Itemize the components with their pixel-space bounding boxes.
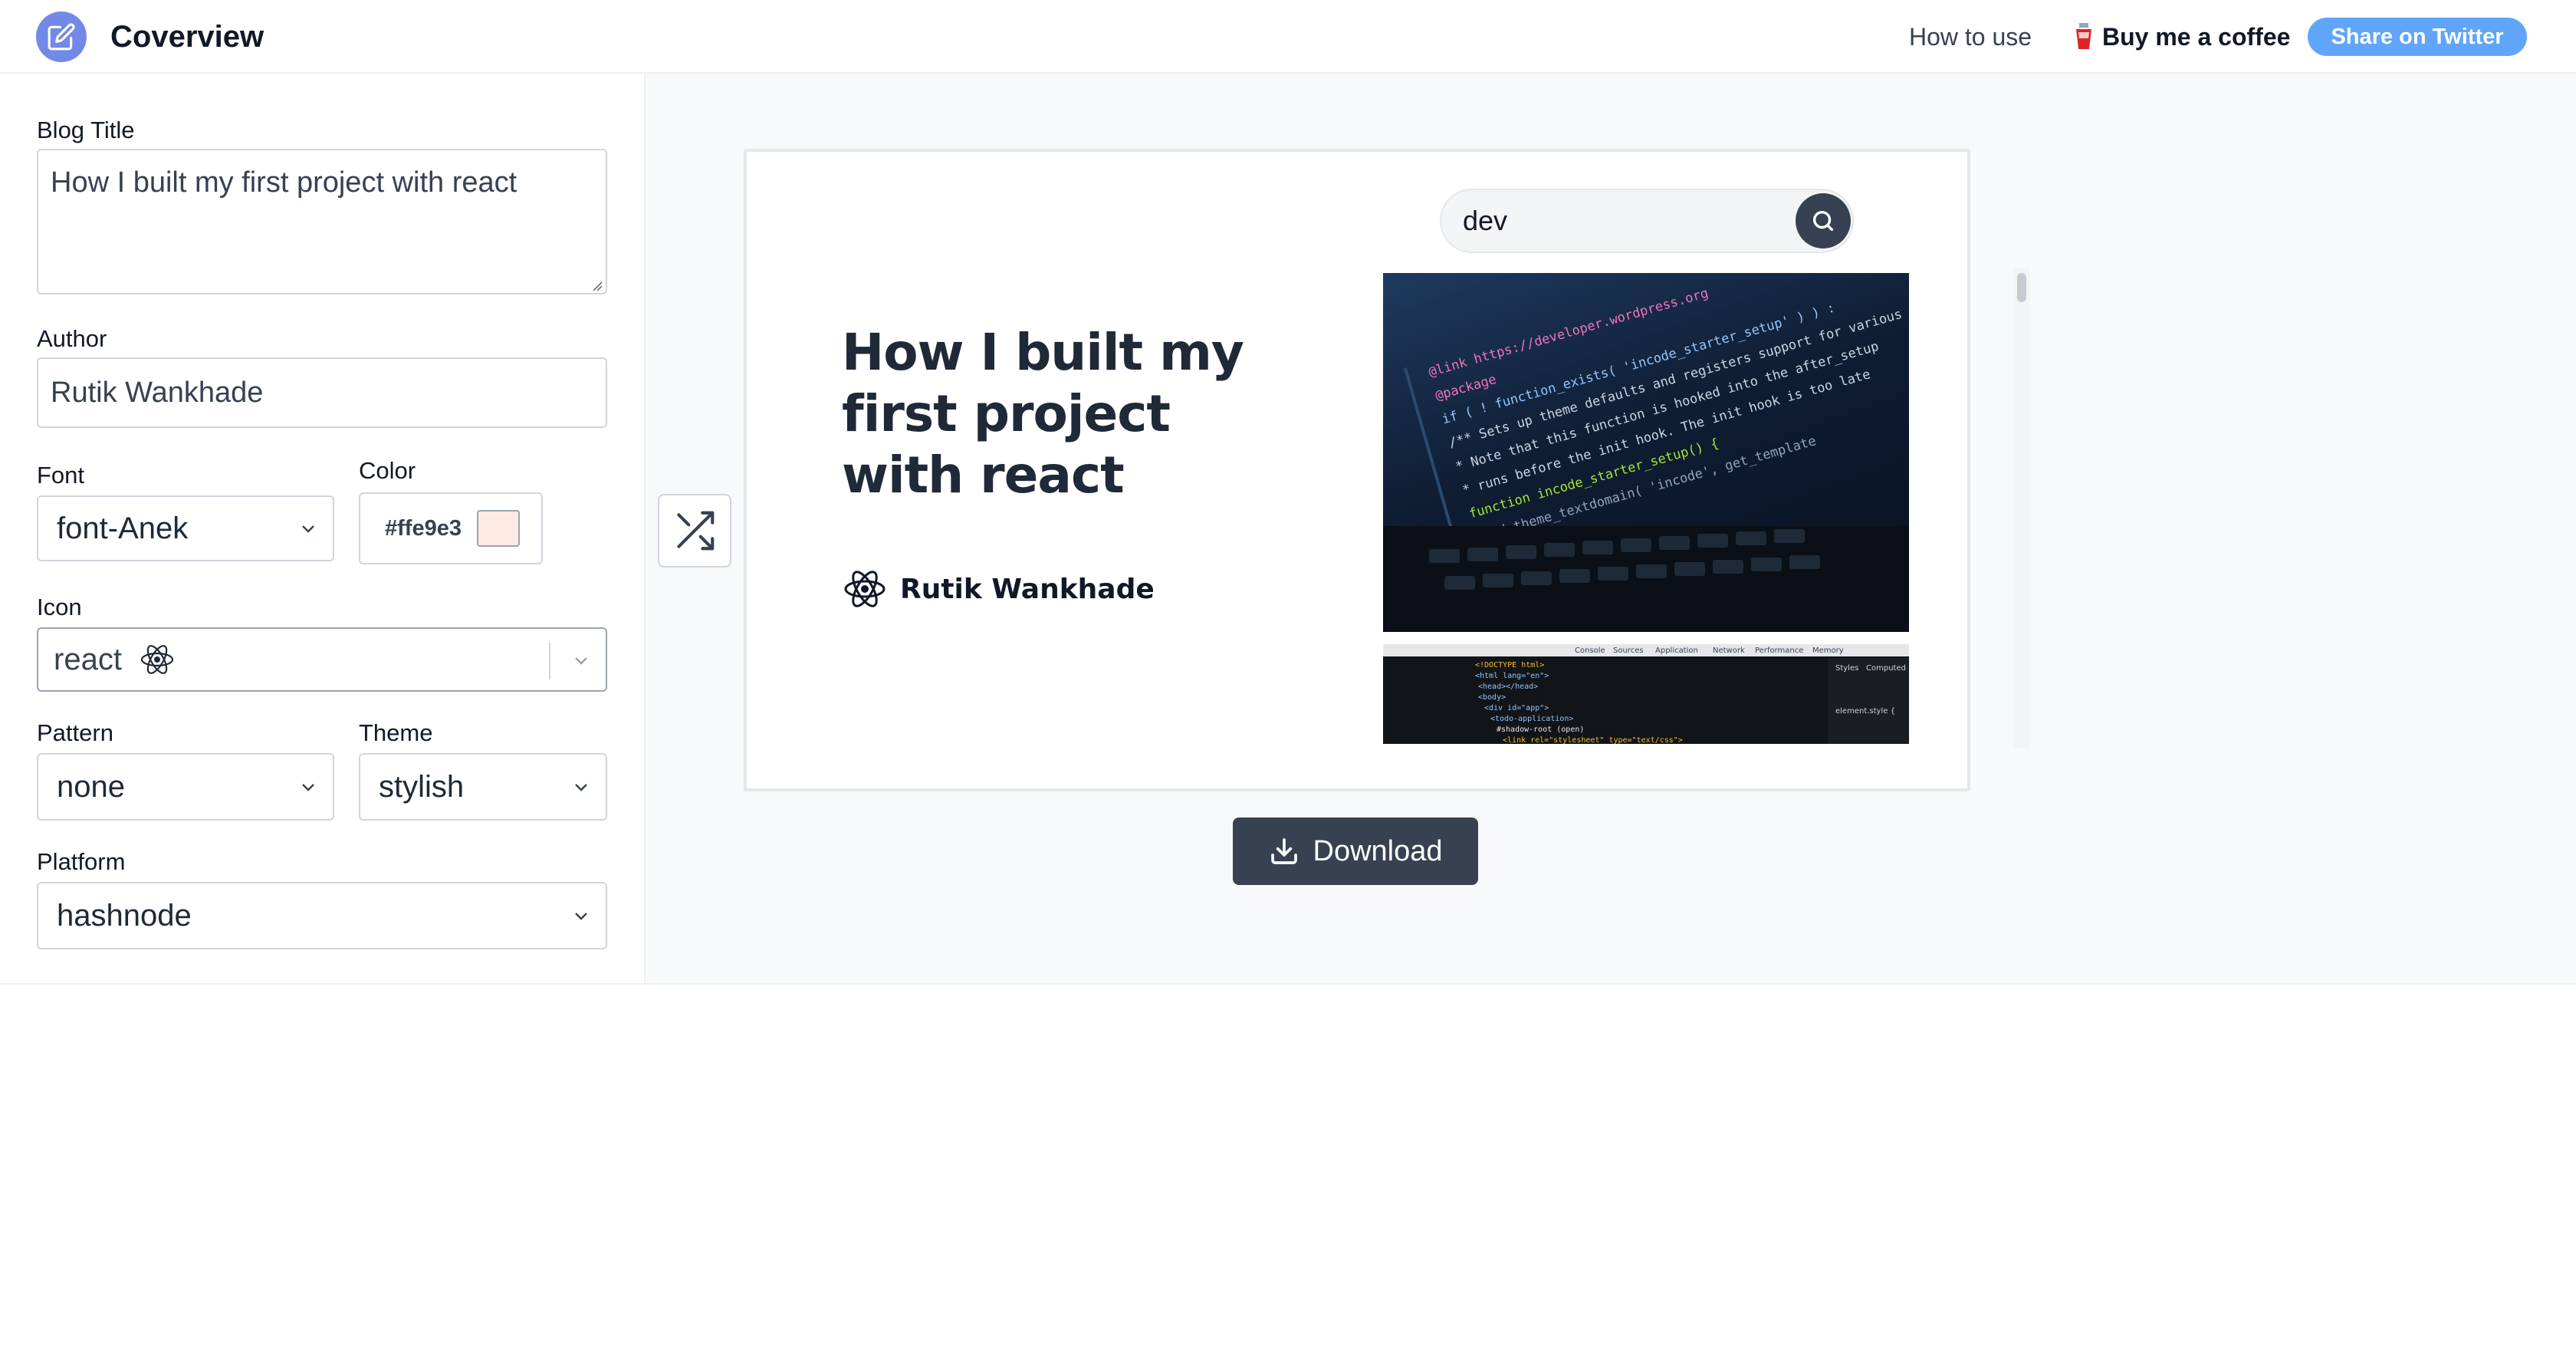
scrollbar-thumb[interactable] <box>2017 273 2026 302</box>
download-icon <box>1270 838 1297 864</box>
color-picker[interactable]: #ffe9e3 <box>359 492 543 564</box>
svg-text:<link rel="stylesheet" type="t: <link rel="stylesheet" type="text/css"> <box>1503 736 1683 744</box>
svg-text:element.style {: element.style { <box>1835 707 1895 716</box>
chevron-down-icon <box>575 784 587 791</box>
pattern-label: Pattern <box>37 719 113 746</box>
search-button[interactable] <box>1796 193 1851 248</box>
resize-handle-icon[interactable] <box>590 279 603 291</box>
cover-title: How I built my first project with react <box>842 323 1244 505</box>
image-result-code-laptop[interactable]: @link https://developer.wordpress.org @p… <box>1383 273 1909 632</box>
buy-coffee-label: Buy me a coffee <box>2102 23 2291 51</box>
svg-text:<head></head>: <head></head> <box>1478 683 1538 691</box>
shuffle-button[interactable] <box>658 494 731 568</box>
editor-sidebar: Blog Title How I built my first project … <box>0 74 646 985</box>
svg-text:Computed: Computed <box>1866 664 1906 673</box>
cover-preview-canvas: How I built my first project with react … <box>744 149 2030 791</box>
svg-text:<!DOCTYPE html>: <!DOCTYPE html> <box>1475 661 1544 669</box>
buy-coffee-link[interactable]: Buy me a coffee <box>2075 20 2290 54</box>
coffee-icon <box>2076 23 2091 49</box>
image-result-devtools[interactable]: Console Sources Application Network Perform… <box>1383 644 1909 744</box>
how-to-use-link[interactable]: How to use <box>1909 20 2032 54</box>
download-button[interactable]: Download <box>1233 818 1478 885</box>
code-laptop-photo: @link https://developer.wordpress.org @p… <box>1383 285 1909 632</box>
chevron-down-icon <box>302 525 314 533</box>
author-input[interactable] <box>37 357 607 428</box>
font-label: Font <box>37 462 85 489</box>
results-scrollbar[interactable] <box>2013 268 2030 748</box>
icon-select-value: react <box>54 642 122 676</box>
share-on-twitter-button[interactable]: Share on Twitter <box>2308 18 2527 56</box>
select-separator <box>549 643 550 679</box>
platform-select[interactable]: hashnode <box>37 882 607 949</box>
font-select-value: font-Anek <box>57 511 189 545</box>
font-select[interactable]: font-Anek <box>37 495 334 561</box>
svg-text:<html lang="en">: <html lang="en"> <box>1475 672 1549 680</box>
svg-text:<body>: <body> <box>1478 693 1506 702</box>
cover-author: Rutik Wankhade <box>842 566 1155 612</box>
svg-text:<div id="app">: <div id="app"> <box>1484 704 1549 712</box>
search-icon <box>1812 210 1834 232</box>
chevron-down-icon <box>302 784 314 791</box>
svg-text:Application: Application <box>1655 646 1698 655</box>
download-label: Download <box>1313 834 1443 867</box>
chevron-down-icon[interactable] <box>573 655 589 666</box>
react-icon <box>844 571 886 607</box>
image-search-bar <box>1440 189 1854 253</box>
svg-text:Network: Network <box>1713 646 1745 655</box>
cover-author-name: Rutik Wankhade <box>900 573 1155 605</box>
chevron-down-icon <box>575 913 587 920</box>
top-header: Coverview How to use Buy me a coffee Sha… <box>0 0 2576 74</box>
svg-text:Styles: Styles <box>1835 664 1858 673</box>
platform-label: Platform <box>37 848 126 875</box>
svg-text:Performance: Performance <box>1755 646 1803 655</box>
platform-select-value: hashnode <box>57 898 192 933</box>
brand-name[interactable]: Coverview <box>110 17 264 57</box>
image-search-input[interactable] <box>1463 190 1769 252</box>
edit-icon[interactable] <box>36 12 87 62</box>
pattern-select-value: none <box>57 769 125 804</box>
svg-text:Console: Console <box>1575 646 1605 655</box>
author-label: Author <box>37 325 107 352</box>
devtools-photo: Console Sources Application Network Perform… <box>1383 644 1909 744</box>
shuffle-icon <box>677 511 715 551</box>
svg-text:#shadow-root (open): #shadow-root (open) <box>1497 725 1584 734</box>
svg-text:Sources: Sources <box>1613 646 1644 655</box>
theme-select[interactable]: stylish <box>359 753 607 821</box>
color-label: Color <box>359 457 416 484</box>
svg-text:Memory: Memory <box>1812 646 1844 655</box>
blog-title-input[interactable]: How I built my first project with react <box>37 149 607 294</box>
color-swatch[interactable] <box>476 510 520 547</box>
svg-text:<todo-application>: <todo-application> <box>1490 715 1573 723</box>
preview-area: How I built my first project with react … <box>646 74 2576 985</box>
icon-label: Icon <box>37 594 82 620</box>
theme-label: Theme <box>359 719 433 746</box>
color-hex-value: #ffe9e3 <box>385 515 462 541</box>
react-icon <box>140 645 174 674</box>
svg-text:@link https://developer.wordpr: @link https://developer.wordpress.org <box>1427 285 1710 380</box>
blog-title-label: Blog Title <box>37 117 135 143</box>
icon-select[interactable]: react <box>37 627 607 692</box>
image-results: @link https://developer.wordpress.org @p… <box>1383 267 1912 744</box>
pattern-select[interactable]: none <box>37 753 334 821</box>
theme-select-value: stylish <box>379 769 465 804</box>
